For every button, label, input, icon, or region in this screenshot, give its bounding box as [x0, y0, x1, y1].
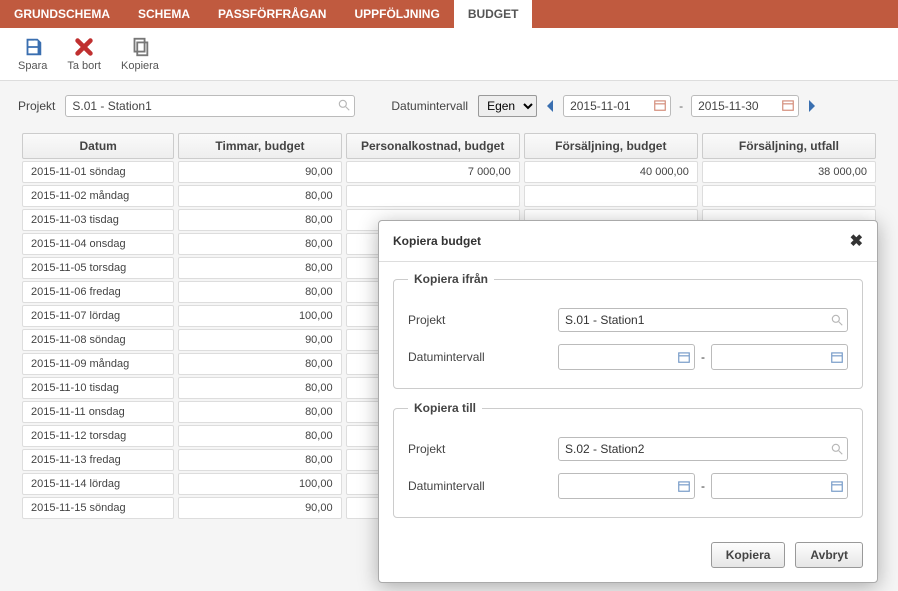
- copy-to-legend: Kopiera till: [408, 401, 482, 415]
- calendar-icon[interactable]: [830, 479, 844, 493]
- cell-sales[interactable]: 40 000,00: [524, 161, 698, 183]
- date-separator: -: [679, 99, 683, 113]
- cell-date[interactable]: 2015-11-09 måndag: [22, 353, 174, 375]
- cell-date[interactable]: 2015-11-01 söndag: [22, 161, 174, 183]
- tab-budget[interactable]: BUDGET: [454, 0, 533, 28]
- interval-select[interactable]: Egen: [478, 95, 537, 117]
- copy-budget-dialog: Kopiera budget ✖ Kopiera ifrån Projekt S…: [378, 220, 878, 583]
- cancel-button[interactable]: Avbryt: [795, 542, 863, 568]
- from-date-separator: -: [701, 350, 705, 364]
- cell-hours[interactable]: 80,00: [178, 233, 341, 255]
- cell-date[interactable]: 2015-11-10 tisdag: [22, 377, 174, 399]
- cell-hours[interactable]: 80,00: [178, 281, 341, 303]
- cell-outcome[interactable]: [702, 185, 876, 207]
- save-label: Spara: [18, 60, 47, 72]
- copy-to-group: Kopiera till Projekt S.02 - Station2 Dat…: [393, 401, 863, 518]
- cell-date[interactable]: 2015-11-05 torsdag: [22, 257, 174, 279]
- prev-arrow-icon[interactable]: [545, 100, 555, 112]
- calendar-icon[interactable]: [830, 350, 844, 364]
- calendar-icon[interactable]: [653, 98, 667, 112]
- cell-sales[interactable]: [524, 185, 698, 207]
- next-arrow-icon[interactable]: [807, 100, 817, 112]
- to-interval-label: Datumintervall: [408, 479, 558, 493]
- to-project-input[interactable]: S.02 - Station2: [558, 437, 848, 461]
- copy-confirm-button[interactable]: Kopiera: [711, 542, 786, 568]
- copy-button[interactable]: Kopiera: [121, 36, 159, 72]
- cell-date[interactable]: 2015-11-11 onsdag: [22, 401, 174, 423]
- cell-hours[interactable]: 80,00: [178, 185, 341, 207]
- calendar-icon[interactable]: [677, 350, 691, 364]
- from-date-to-input[interactable]: [711, 344, 848, 370]
- cell-hours[interactable]: 100,00: [178, 305, 341, 327]
- cell-hours[interactable]: 80,00: [178, 401, 341, 423]
- cell-date[interactable]: 2015-11-12 torsdag: [22, 425, 174, 447]
- dialog-title: Kopiera budget: [393, 234, 481, 248]
- cell-date[interactable]: 2015-11-08 söndag: [22, 329, 174, 351]
- table-row: 2015-11-01 söndag90,007 000,0040 000,003…: [22, 161, 876, 183]
- tab-grundschema[interactable]: GRUNDSCHEMA: [0, 0, 124, 28]
- from-project-input[interactable]: S.01 - Station1: [558, 308, 848, 332]
- to-date-from-input[interactable]: [558, 473, 695, 499]
- cell-date[interactable]: 2015-11-14 lördag: [22, 473, 174, 495]
- cell-hours[interactable]: 80,00: [178, 449, 341, 471]
- toolbar: Spara Ta bort Kopiera: [0, 28, 898, 81]
- col-outcome: Försäljning, utfall: [702, 133, 876, 159]
- delete-button[interactable]: Ta bort: [67, 36, 101, 72]
- copy-icon: [129, 36, 151, 58]
- from-date-from-input[interactable]: [558, 344, 695, 370]
- main-tabs: GRUNDSCHEMASCHEMAPASSFÖRFRÅGANUPPFÖLJNIN…: [0, 0, 898, 28]
- copy-label: Kopiera: [121, 60, 159, 72]
- delete-label: Ta bort: [67, 60, 101, 72]
- project-input[interactable]: S.01 - Station1: [65, 95, 355, 117]
- interval-label: Datumintervall: [391, 99, 468, 113]
- search-icon[interactable]: [830, 442, 844, 456]
- tab-uppföljning[interactable]: UPPFÖLJNING: [340, 0, 453, 28]
- cell-hours[interactable]: 80,00: [178, 425, 341, 447]
- cell-date[interactable]: 2015-11-06 fredag: [22, 281, 174, 303]
- col-hours: Timmar, budget: [178, 133, 341, 159]
- copy-from-group: Kopiera ifrån Projekt S.01 - Station1 Da…: [393, 272, 863, 389]
- cell-hours[interactable]: 100,00: [178, 473, 341, 495]
- cell-cost[interactable]: [346, 185, 520, 207]
- cell-outcome[interactable]: 38 000,00: [702, 161, 876, 183]
- calendar-icon[interactable]: [781, 98, 795, 112]
- x-icon: [73, 36, 95, 58]
- tab-passförfrågan[interactable]: PASSFÖRFRÅGAN: [204, 0, 340, 28]
- cell-date[interactable]: 2015-11-07 lördag: [22, 305, 174, 327]
- close-icon[interactable]: ✖: [850, 231, 863, 251]
- cell-date[interactable]: 2015-11-03 tisdag: [22, 209, 174, 231]
- cell-hours[interactable]: 80,00: [178, 377, 341, 399]
- save-button[interactable]: Spara: [18, 36, 47, 72]
- cell-hours[interactable]: 90,00: [178, 329, 341, 351]
- cell-hours[interactable]: 80,00: [178, 209, 341, 231]
- cell-date[interactable]: 2015-11-04 onsdag: [22, 233, 174, 255]
- project-label: Projekt: [18, 99, 55, 113]
- from-interval-label: Datumintervall: [408, 350, 558, 364]
- to-date-separator: -: [701, 479, 705, 493]
- tab-schema[interactable]: SCHEMA: [124, 0, 204, 28]
- col-cost: Personalkostnad, budget: [346, 133, 520, 159]
- cell-cost[interactable]: 7 000,00: [346, 161, 520, 183]
- to-project-label: Projekt: [408, 442, 558, 456]
- cell-hours[interactable]: 80,00: [178, 353, 341, 375]
- filter-bar: Projekt S.01 - Station1 Datumintervall E…: [0, 81, 898, 125]
- cell-date[interactable]: 2015-11-02 måndag: [22, 185, 174, 207]
- table-row: 2015-11-02 måndag80,00: [22, 185, 876, 207]
- copy-from-legend: Kopiera ifrån: [408, 272, 494, 286]
- cell-hours[interactable]: 90,00: [178, 497, 341, 519]
- to-date-to-input[interactable]: [711, 473, 848, 499]
- col-sales: Försäljning, budget: [524, 133, 698, 159]
- floppy-icon: [22, 36, 44, 58]
- from-project-label: Projekt: [408, 313, 558, 327]
- search-icon[interactable]: [337, 98, 351, 112]
- cell-hours[interactable]: 90,00: [178, 161, 341, 183]
- cell-hours[interactable]: 80,00: [178, 257, 341, 279]
- col-date: Datum: [22, 133, 174, 159]
- calendar-icon[interactable]: [677, 479, 691, 493]
- search-icon[interactable]: [830, 313, 844, 327]
- cell-date[interactable]: 2015-11-15 söndag: [22, 497, 174, 519]
- cell-date[interactable]: 2015-11-13 fredag: [22, 449, 174, 471]
